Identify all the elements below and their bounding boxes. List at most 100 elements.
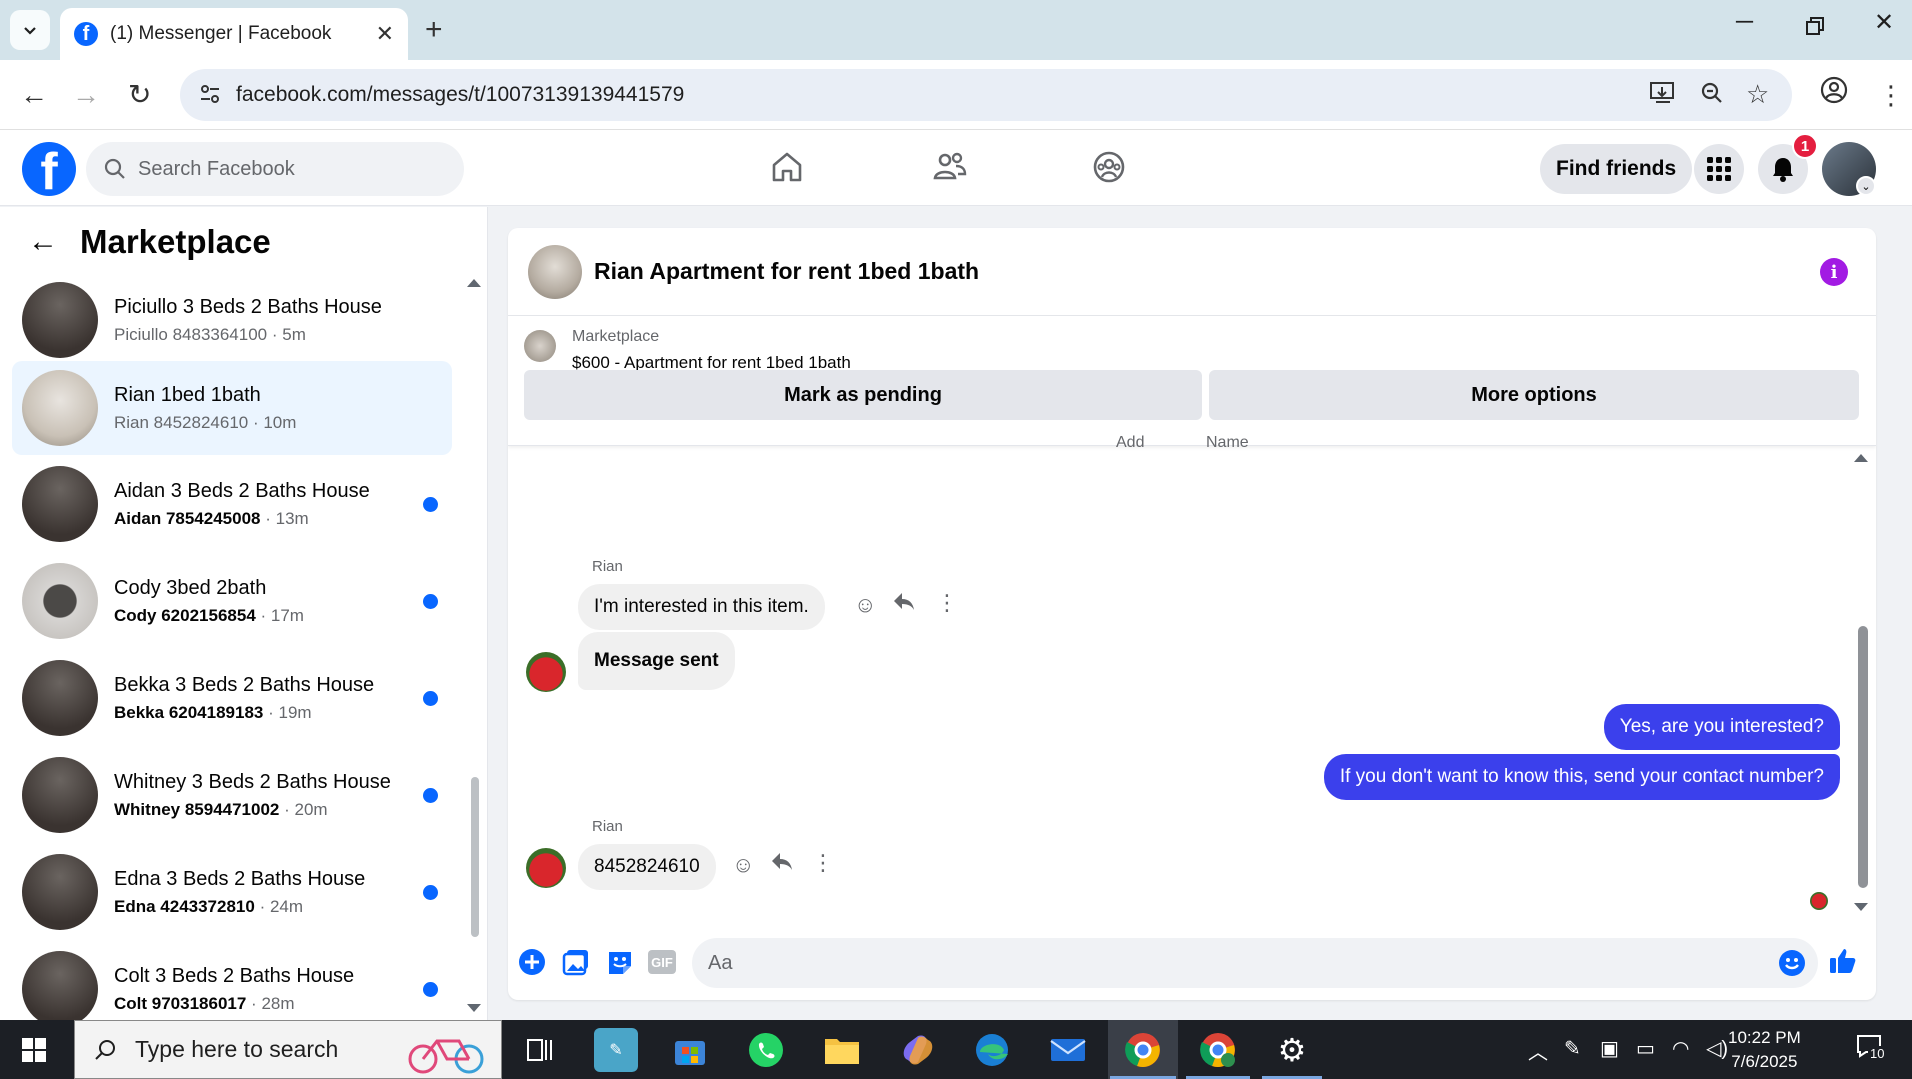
conversation-contact: Colt 9703186017 bbox=[114, 993, 247, 1013]
message-input[interactable] bbox=[708, 951, 1708, 975]
taskbar-settings-gear-icon[interactable]: ⚙ bbox=[1270, 1028, 1314, 1072]
taskbar-chrome-profile-icon[interactable] bbox=[1196, 1028, 1240, 1072]
tray-pen-icon[interactable]: ✎ bbox=[1564, 1036, 1581, 1061]
close-window-icon[interactable]: ✕ bbox=[1874, 8, 1894, 37]
browser-menu-icon[interactable]: ⋮ bbox=[1878, 78, 1904, 112]
conversation-item[interactable]: Colt 3 Beds 2 Baths House Colt 970318601… bbox=[12, 942, 452, 1020]
chat-listing-avatar[interactable] bbox=[528, 244, 582, 299]
bell-icon bbox=[1773, 158, 1793, 182]
chat-scroll-down-icon[interactable] bbox=[1854, 903, 1868, 911]
message-input-wrapper[interactable] bbox=[692, 938, 1818, 988]
react-emoji-icon[interactable]: ☺ bbox=[854, 592, 876, 618]
chat-title[interactable]: Rian Apartment for rent 1bed 1bath bbox=[594, 258, 979, 285]
taskbar-copilot-icon[interactable] bbox=[896, 1028, 940, 1072]
notification-center-icon[interactable]: 10 bbox=[1856, 1034, 1887, 1064]
forward-icon[interactable]: → bbox=[72, 78, 100, 112]
conversation-list-scrollbar[interactable] bbox=[471, 777, 479, 937]
profile-icon[interactable] bbox=[1820, 76, 1848, 112]
friends-icon[interactable] bbox=[932, 150, 968, 184]
taskbar-chrome-icon[interactable] bbox=[1121, 1028, 1165, 1072]
mark-as-pending-button[interactable]: Mark as pending bbox=[524, 370, 1202, 420]
outgoing-message[interactable]: If you don't want to know this, send you… bbox=[1323, 754, 1840, 800]
omnibox[interactable]: facebook.com/messages/t/1007313913944157… bbox=[180, 69, 1792, 121]
facebook-search[interactable] bbox=[86, 142, 464, 196]
chat-header: Rian Apartment for rent 1bed 1bath i bbox=[508, 228, 1876, 316]
gif-icon[interactable]: GIF bbox=[648, 950, 676, 974]
plus-circle-icon[interactable] bbox=[518, 948, 546, 976]
search-input[interactable] bbox=[138, 157, 438, 181]
attach-photo-icon[interactable] bbox=[562, 948, 590, 976]
tab-search-button[interactable] bbox=[10, 10, 50, 50]
sender-avatar[interactable] bbox=[526, 848, 566, 888]
conversation-item[interactable]: Edna 3 Beds 2 Baths House Edna 424337281… bbox=[12, 845, 452, 939]
browser-tab-messenger[interactable]: f (1) Messenger | Facebook ✕ bbox=[60, 8, 408, 60]
react-emoji-icon[interactable]: ☺ bbox=[732, 852, 754, 878]
menu-grid-button[interactable] bbox=[1694, 144, 1744, 194]
minimize-icon[interactable]: ─ bbox=[1736, 8, 1753, 36]
taskbar-mail-icon[interactable] bbox=[1046, 1028, 1090, 1072]
conversation-item[interactable]: Whitney 3 Beds 2 Baths House Whitney 859… bbox=[12, 748, 452, 842]
new-tab-button[interactable]: + bbox=[425, 12, 443, 48]
back-arrow-icon[interactable]: ← bbox=[28, 225, 58, 259]
more-actions-icon[interactable]: ⋮ bbox=[812, 850, 834, 876]
bookmark-star-icon[interactable]: ☆ bbox=[1746, 79, 1769, 110]
taskbar-clock[interactable]: 10:22 PM 7/6/2025 bbox=[1728, 1026, 1801, 1074]
scroll-down-arrow-icon[interactable] bbox=[467, 1004, 481, 1012]
taskbar-notes-app-icon[interactable]: ✎ bbox=[594, 1028, 638, 1072]
conversation-name: Edna 3 Beds 2 Baths House bbox=[114, 867, 366, 890]
incoming-message[interactable]: Message sent bbox=[578, 632, 735, 690]
back-icon[interactable]: ← bbox=[20, 78, 48, 112]
unread-dot bbox=[423, 594, 438, 609]
tray-overflow-chevron-icon[interactable]: ︿ bbox=[1528, 1036, 1548, 1065]
conversation-item[interactable]: Cody 3bed 2bath Cody 6202156854 · 17m bbox=[12, 554, 452, 648]
reply-icon[interactable] bbox=[892, 590, 916, 618]
emoji-icon[interactable] bbox=[1778, 949, 1806, 977]
conversation-contact: Piciullo 8483364100 bbox=[114, 324, 268, 344]
tray-camera-icon[interactable]: ▣ bbox=[1600, 1036, 1619, 1061]
tab-title: (1) Messenger | Facebook bbox=[110, 23, 332, 44]
conversation-time: 5m bbox=[282, 324, 306, 344]
tray-battery-icon[interactable]: ▭ bbox=[1636, 1036, 1655, 1061]
find-friends-button[interactable]: Find friends bbox=[1540, 144, 1693, 194]
more-actions-icon[interactable]: ⋮ bbox=[936, 590, 958, 616]
restore-icon[interactable] bbox=[1806, 14, 1824, 42]
chat-scrollbar[interactable] bbox=[1858, 626, 1868, 888]
taskbar-edge-icon[interactable] bbox=[970, 1028, 1014, 1072]
close-tab-icon[interactable]: ✕ bbox=[376, 21, 394, 47]
tray-volume-icon[interactable]: ◁) bbox=[1706, 1036, 1728, 1061]
listing-banner: Marketplace $600 - Apartment for rent 1b… bbox=[508, 316, 1876, 446]
incoming-message[interactable]: 8452824610 bbox=[578, 844, 716, 890]
install-app-icon[interactable] bbox=[1650, 81, 1676, 111]
info-icon[interactable]: i bbox=[1820, 258, 1848, 286]
conversation-item-active[interactable]: Rian 1bed 1bath Rian 8452824610 · 10m bbox=[12, 361, 452, 455]
taskbar-file-explorer-icon[interactable] bbox=[820, 1028, 864, 1072]
like-thumb-icon[interactable] bbox=[1828, 946, 1858, 976]
taskbar-whatsapp-icon[interactable] bbox=[744, 1028, 788, 1072]
task-view-icon[interactable] bbox=[526, 1036, 554, 1064]
scroll-up-arrow-icon[interactable] bbox=[467, 279, 481, 287]
windows-start-icon[interactable] bbox=[22, 1038, 46, 1062]
tray-wifi-icon[interactable]: ◠ bbox=[1672, 1036, 1689, 1061]
outgoing-message[interactable]: Yes, are you interested? bbox=[1603, 704, 1840, 750]
taskbar-search[interactable]: Type here to search bbox=[74, 1020, 502, 1079]
account-chevron-icon[interactable]: ⌄ bbox=[1856, 176, 1876, 196]
zoom-icon[interactable] bbox=[1700, 81, 1724, 111]
incoming-message[interactable]: I'm interested in this item. bbox=[578, 584, 825, 630]
bicycle-highlight-icon bbox=[408, 1039, 484, 1074]
reload-icon[interactable]: ↻ bbox=[128, 78, 151, 112]
facebook-logo-icon[interactable]: f bbox=[22, 142, 76, 196]
reply-icon[interactable] bbox=[770, 850, 794, 878]
listing-thumbnail bbox=[22, 660, 98, 736]
conversation-item[interactable]: Bekka 3 Beds 2 Baths House Bekka 6204189… bbox=[12, 651, 452, 745]
home-icon[interactable] bbox=[770, 150, 804, 184]
notification-center-count: 10 bbox=[1868, 1046, 1887, 1061]
groups-icon[interactable] bbox=[1092, 150, 1126, 184]
conversation-item[interactable]: Piciullo 3 Beds 2 Baths House Piciullo 8… bbox=[12, 273, 452, 367]
sender-avatar[interactable] bbox=[526, 652, 566, 692]
taskbar-store-icon[interactable] bbox=[668, 1028, 712, 1072]
chat-scroll-up-icon[interactable] bbox=[1854, 454, 1868, 462]
sticker-icon[interactable] bbox=[606, 948, 634, 976]
site-settings-icon[interactable] bbox=[198, 82, 222, 106]
more-options-button[interactable]: More options bbox=[1209, 370, 1859, 420]
conversation-item[interactable]: Aidan 3 Beds 2 Baths House Aidan 7854245… bbox=[12, 457, 452, 551]
